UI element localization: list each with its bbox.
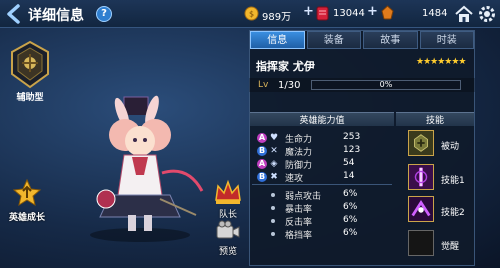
add-gem-button[interactable]: + xyxy=(367,4,378,19)
stat-value: 14 xyxy=(343,171,355,181)
home-icon[interactable] xyxy=(454,5,474,23)
stat-value: 253 xyxy=(343,132,361,142)
skill-label: 被动 xyxy=(441,142,460,152)
hero-growth-icon[interactable] xyxy=(12,178,42,208)
secondary-stat-value: 6% xyxy=(343,189,358,199)
svg-text:$: $ xyxy=(249,10,254,19)
skill-2-icon[interactable] xyxy=(408,196,434,222)
stat-label: 速攻 xyxy=(285,174,304,184)
tab-bar: 信息 装备 故事 时装 xyxy=(249,31,475,49)
secondary-stat-value: 6% xyxy=(343,215,358,225)
support-role-badge-icon xyxy=(11,40,49,89)
star-rating: ★★★★★★★ xyxy=(416,57,466,67)
preview-label[interactable]: 预览 xyxy=(213,244,243,257)
grade-badge: A xyxy=(257,133,267,143)
secondary-stat-label: 格挡率 xyxy=(285,231,313,241)
stats-divider xyxy=(252,184,392,185)
stat-label: 魔法力 xyxy=(285,148,313,158)
bullet-icon xyxy=(271,232,275,236)
tab-story[interactable]: 故事 xyxy=(363,31,418,49)
secondary-stat-row: 反击率 6% xyxy=(257,215,393,228)
secondary-stat-label: 弱点攻击 xyxy=(285,192,322,202)
stamina-amount: 1484 xyxy=(422,8,448,19)
stamina-icon xyxy=(381,5,394,20)
bullet-icon xyxy=(271,219,275,223)
grade-badge: A xyxy=(257,159,267,169)
cross-icon: ✖ xyxy=(270,172,278,182)
skill-label: 技能1 xyxy=(441,176,465,186)
skills-title: 技能 xyxy=(425,116,444,126)
exp-bar: 0% xyxy=(311,80,461,90)
bullet-icon xyxy=(271,206,275,210)
shield-icon: ◈ xyxy=(270,159,278,169)
hero-name: 指挥家 尤伊 xyxy=(256,60,315,73)
secondary-stat-value: 6% xyxy=(343,202,358,212)
secondary-stat-row: 格挡率 6% xyxy=(257,228,393,241)
crown-icon[interactable] xyxy=(213,178,243,206)
stat-row: A ◈ 防御力 54 xyxy=(257,158,393,171)
secondary-stat-row: 弱点攻击 6% xyxy=(257,189,393,202)
skill-label: 技能2 xyxy=(441,208,465,218)
level-value: 1/30 xyxy=(278,80,301,91)
stat-row: B ✕ 魔法力 123 xyxy=(257,145,393,158)
tab-info[interactable]: 信息 xyxy=(250,31,305,49)
gem-icon xyxy=(316,6,329,21)
add-gold-button[interactable]: + xyxy=(303,4,314,19)
swords-icon: ✕ xyxy=(270,146,278,156)
secondary-stat-value: 6% xyxy=(343,228,358,238)
level-prefix: Lv xyxy=(258,80,269,90)
hero-growth-label[interactable]: 英雄成长 xyxy=(2,210,52,223)
secondary-stat-label: 暴击率 xyxy=(285,205,313,215)
stat-label: 生命力 xyxy=(285,135,313,145)
camera-icon[interactable] xyxy=(215,220,241,242)
grade-badge: B xyxy=(257,172,267,182)
passive-skill-icon[interactable] xyxy=(408,130,434,156)
help-button[interactable]: ? xyxy=(96,6,112,22)
secondary-stat-label: 反击率 xyxy=(285,218,313,228)
stats-title: 英雄能力值 xyxy=(299,116,345,126)
skill-1-icon[interactable] xyxy=(408,164,434,190)
stat-value: 123 xyxy=(343,145,361,155)
heart-icon: ♥ xyxy=(269,133,279,143)
gem-amount: 13044 xyxy=(333,8,365,19)
gold-amount: 989万 xyxy=(262,12,292,23)
stat-row: B ✖ 速攻 14 xyxy=(257,171,393,184)
role-label: 辅助型 xyxy=(16,93,44,103)
captain-label[interactable]: 队长 xyxy=(213,207,243,220)
stat-value: 54 xyxy=(343,158,355,168)
gear-icon[interactable] xyxy=(478,5,496,23)
stat-label: 防御力 xyxy=(285,161,313,171)
hero-character-art xyxy=(90,95,204,242)
grade-badge: B xyxy=(257,146,267,156)
tab-costume[interactable]: 时装 xyxy=(419,31,474,49)
bullet-icon xyxy=(271,193,275,197)
awakening-skill-icon[interactable] xyxy=(408,230,434,256)
page-title: 详细信息 xyxy=(28,8,84,24)
skill-label: 觉醒 xyxy=(441,242,460,252)
gold-coin-icon: $ xyxy=(244,6,259,21)
back-arrow-icon[interactable] xyxy=(4,3,26,25)
exp-percent: 0% xyxy=(379,80,393,89)
tab-equipment[interactable]: 装备 xyxy=(306,31,361,49)
secondary-stat-row: 暴击率 6% xyxy=(257,202,393,215)
stat-row: A ♥ 生命力 253 xyxy=(257,132,393,145)
